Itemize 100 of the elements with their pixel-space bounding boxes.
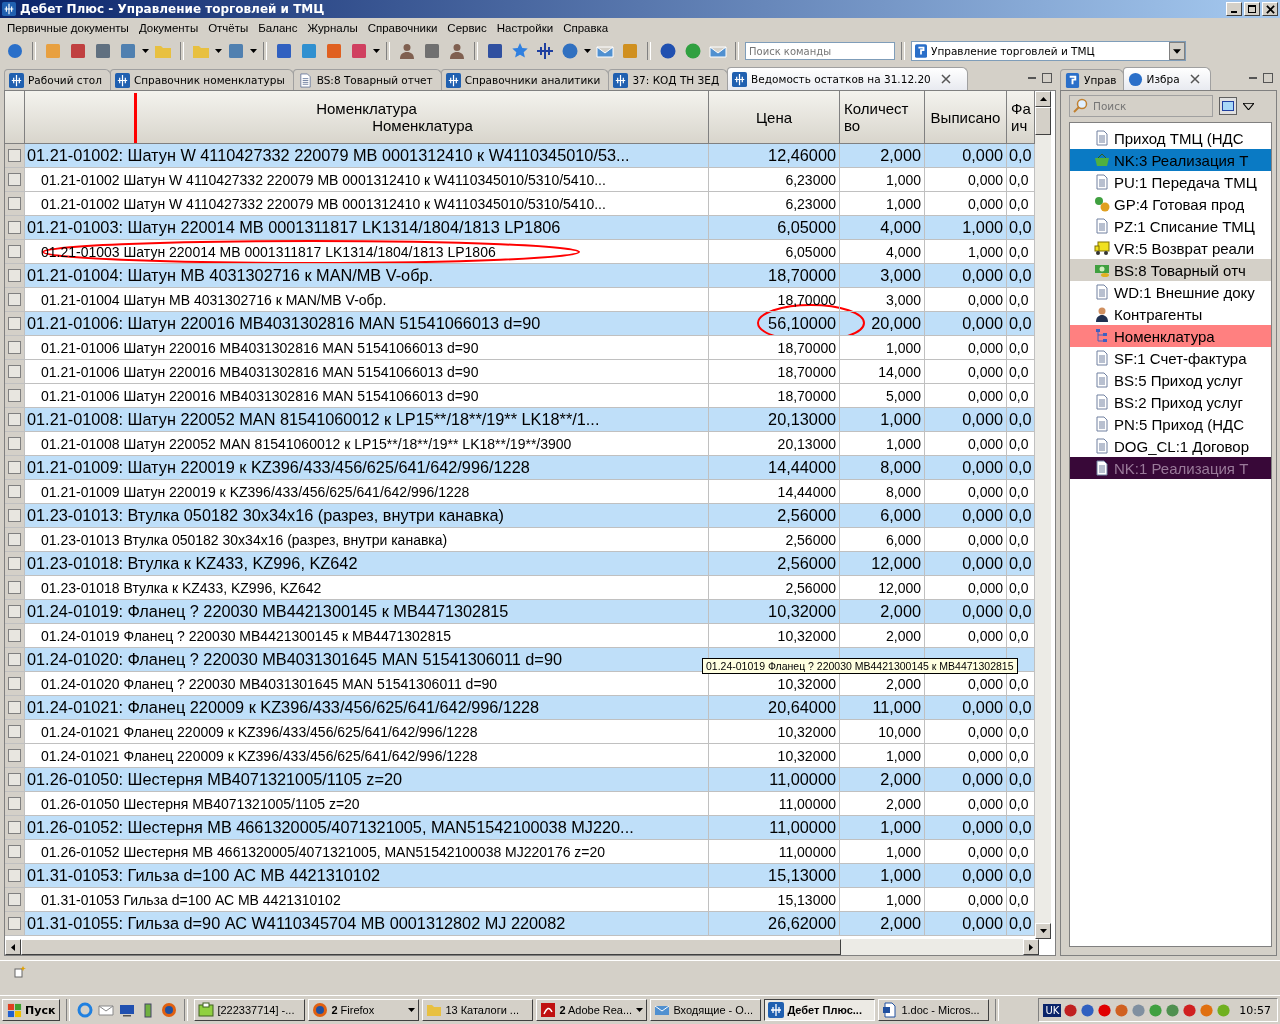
- crosshair-icon[interactable]: [536, 42, 554, 60]
- row-checkbox[interactable]: [8, 773, 21, 786]
- favorite-item[interactable]: BS:5 Приход услуг: [1070, 369, 1271, 391]
- restore-button[interactable]: [1244, 2, 1260, 16]
- scroll-thumb[interactable]: [21, 939, 841, 955]
- menu-item[interactable]: Справка: [558, 22, 614, 34]
- row-checkbox[interactable]: [8, 581, 21, 594]
- taskbar-button[interactable]: [222337714] -...: [194, 999, 306, 1021]
- column-header[interactable]: Выписано: [925, 91, 1007, 144]
- column-header[interactable]: Цена: [709, 91, 840, 144]
- tray-icon[interactable]: [1131, 1002, 1147, 1018]
- favorite-item[interactable]: PN:5 Приход (НДС: [1070, 413, 1271, 435]
- editor-tab[interactable]: Справочник номенклатуры: [109, 69, 294, 90]
- tray-icon[interactable]: [1165, 1002, 1181, 1018]
- horizontal-scrollbar[interactable]: [5, 939, 1039, 955]
- row-checkbox[interactable]: [8, 341, 21, 354]
- firefox-icon[interactable]: [161, 1002, 178, 1018]
- favorite-item[interactable]: GP:4 Готовая прод: [1070, 193, 1271, 215]
- tray-icon[interactable]: [1148, 1002, 1164, 1018]
- menu-item[interactable]: Справочники: [362, 22, 443, 34]
- favorite-item[interactable]: BS:8 Товарный отч: [1070, 259, 1271, 281]
- collapse-button[interactable]: [1219, 97, 1237, 115]
- view-tab[interactable]: Управ: [1060, 69, 1124, 90]
- taskbar-button[interactable]: 2 Firefox: [308, 999, 420, 1021]
- row-checkbox[interactable]: [8, 653, 21, 666]
- row-checkbox[interactable]: [8, 749, 21, 762]
- row-checkbox[interactable]: [8, 269, 21, 282]
- module-dropdown[interactable]: Управление торговлей и ТМЦ: [911, 41, 1186, 61]
- taskbar-button[interactable]: Дебет Плюс...: [764, 999, 876, 1021]
- vertical-scrollbar[interactable]: [1035, 91, 1051, 939]
- favorite-item[interactable]: VR:5 Возврат реали: [1070, 237, 1271, 259]
- row-checkbox[interactable]: [8, 461, 21, 474]
- favorite-item[interactable]: Контрагенты: [1070, 303, 1271, 325]
- menu-item[interactable]: Сервис: [442, 22, 492, 34]
- arrow-right-icon[interactable]: [1029, 943, 1033, 951]
- close-icon[interactable]: [940, 74, 951, 84]
- menu-item[interactable]: Журналы: [302, 22, 363, 34]
- favorite-item[interactable]: SF:1 Счет-фактура: [1070, 347, 1271, 369]
- maximize-icon[interactable]: [1042, 73, 1052, 83]
- command-search-field[interactable]: Поиск команды: [745, 42, 895, 60]
- close-icon[interactable]: [1189, 74, 1200, 84]
- tray-icon[interactable]: [1063, 1002, 1079, 1018]
- arrow-left-icon[interactable]: [11, 943, 15, 951]
- favorite-item[interactable]: Номенклатура: [1070, 325, 1271, 347]
- editor-tab[interactable]: Рабочий стол: [4, 69, 111, 90]
- row-checkbox[interactable]: [8, 245, 21, 258]
- row-checkbox[interactable]: [8, 605, 21, 618]
- taskbar-button[interactable]: Входящие - О...: [650, 999, 762, 1021]
- menu-item[interactable]: Баланс: [253, 22, 303, 34]
- editor-tab[interactable]: Ведомость остатков на 31.12.20: [727, 67, 968, 90]
- favorite-item[interactable]: PZ:1 Списание ТМЦ: [1070, 215, 1271, 237]
- menu-item[interactable]: Первичные документы: [2, 22, 134, 34]
- favorite-item[interactable]: Приход ТМЦ (НДС: [1070, 127, 1271, 149]
- column-header[interactable]: Фа ич: [1007, 91, 1035, 144]
- favorite-item[interactable]: WD:1 Внешние доку: [1070, 281, 1271, 303]
- star-icon[interactable]: [511, 42, 529, 60]
- row-checkbox[interactable]: [8, 197, 21, 210]
- column-header[interactable]: Номенклатура Номенклатура: [25, 91, 709, 144]
- editor-tab[interactable]: BS:8 Товарный отчет: [292, 69, 442, 90]
- favorite-item[interactable]: NK:3 Реализация Т: [1070, 149, 1271, 171]
- tray-icon[interactable]: [1114, 1002, 1130, 1018]
- row-checkbox[interactable]: [8, 725, 21, 738]
- language-indicator[interactable]: UK: [1043, 1003, 1062, 1017]
- person-icon[interactable]: [448, 42, 466, 60]
- row-checkbox[interactable]: [8, 509, 21, 522]
- tray-icon[interactable]: [1199, 1002, 1215, 1018]
- taskbar-button[interactable]: 2 Adobe Rea...: [536, 999, 648, 1021]
- row-checkbox[interactable]: [8, 845, 21, 858]
- dropdown-arrow[interactable]: [373, 49, 380, 53]
- view-menu-icon[interactable]: [1243, 102, 1254, 110]
- row-checkbox[interactable]: [8, 893, 21, 906]
- editor-tab[interactable]: Справочники аналитики: [440, 69, 610, 90]
- start-button[interactable]: Пуск: [2, 999, 61, 1021]
- taskbar-button[interactable]: 1.doc - Micros...: [878, 999, 990, 1021]
- row-checkbox[interactable]: [8, 917, 21, 930]
- maximize-icon[interactable]: [1263, 73, 1273, 83]
- row-checkbox[interactable]: [8, 677, 21, 690]
- row-checkbox[interactable]: [8, 701, 21, 714]
- taskbar-button[interactable]: 13 Каталоги ...: [422, 999, 534, 1021]
- tray-icon[interactable]: [1216, 1002, 1232, 1018]
- dropdown-arrow[interactable]: [584, 49, 591, 53]
- row-checkbox[interactable]: [8, 797, 21, 810]
- dropdown-arrow[interactable]: [215, 49, 222, 53]
- row-checkbox[interactable]: [8, 221, 21, 234]
- view-tab[interactable]: Избра: [1122, 67, 1211, 90]
- tray-icon[interactable]: [1080, 1002, 1096, 1018]
- row-checkbox[interactable]: [8, 533, 21, 546]
- favorite-item[interactable]: BS:2 Приход услуг: [1070, 391, 1271, 413]
- menu-item[interactable]: Документы: [133, 22, 204, 34]
- row-checkbox[interactable]: [8, 389, 21, 402]
- dropdown-arrow[interactable]: [250, 49, 257, 53]
- favorite-item[interactable]: PU:1 Передача ТМЦ: [1070, 171, 1271, 193]
- row-checkbox[interactable]: [8, 485, 21, 498]
- minimize-button[interactable]: [1226, 2, 1242, 16]
- dropdown-arrow[interactable]: [142, 49, 149, 53]
- row-checkbox[interactable]: [8, 437, 21, 450]
- row-checkbox[interactable]: [8, 317, 21, 330]
- close-button[interactable]: [1262, 2, 1278, 16]
- tray-icon[interactable]: [1182, 1002, 1198, 1018]
- row-checkbox[interactable]: [8, 293, 21, 306]
